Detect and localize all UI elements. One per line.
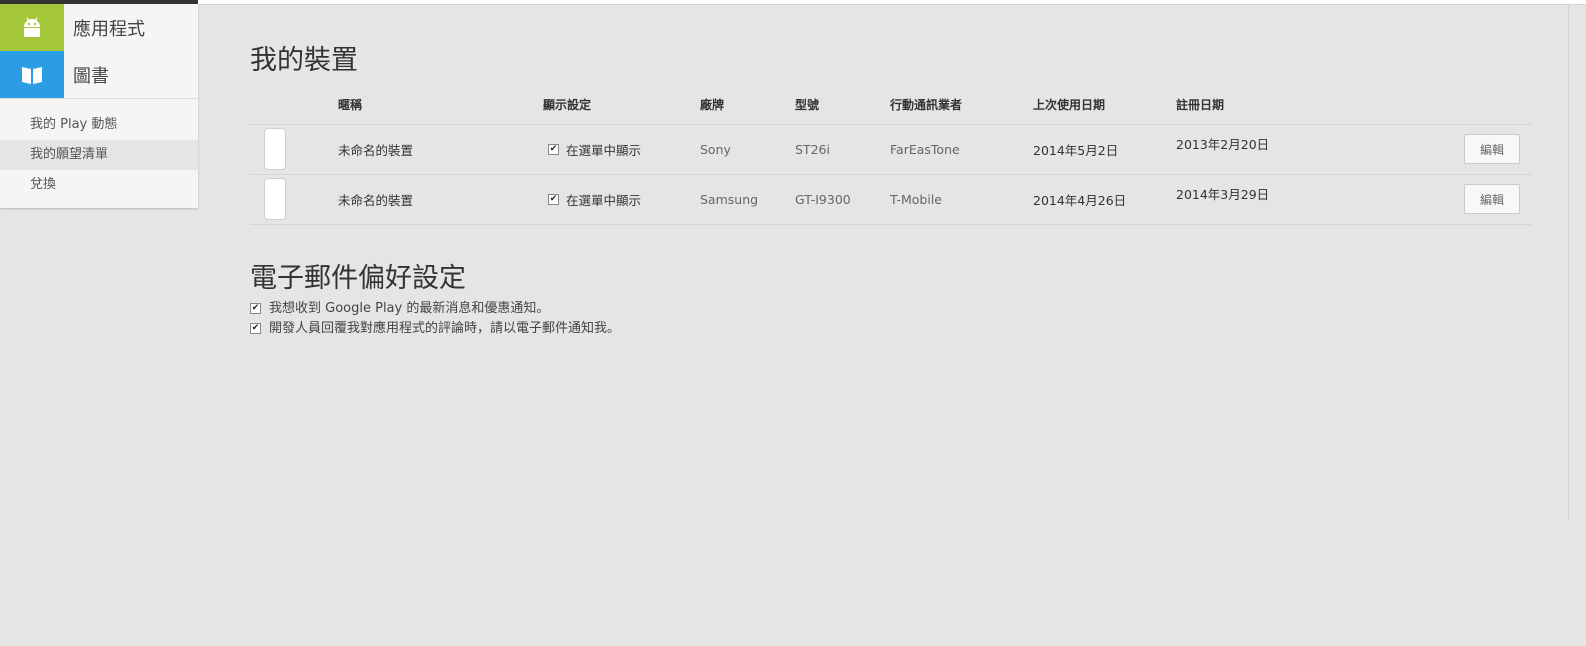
show-in-menu-label: 在選單中顯示 (566, 192, 642, 208)
top-bar (198, 0, 1586, 5)
sidebar-subnav: 我的 Play 動態 我的願望清單 兌換 (0, 99, 198, 200)
phone-icon (264, 178, 286, 220)
devices-table: 暱稱 顯示設定 廠牌 型號 行動通訊業者 上次使用日期 註冊日期 未命名的裝置 … (250, 86, 1531, 225)
category-books-label: 圖書 (73, 65, 109, 87)
table-header-row: 暱稱 顯示設定 廠牌 型號 行動通訊業者 上次使用日期 註冊日期 (250, 86, 1531, 125)
header-image (250, 86, 338, 125)
device-carrier: FarEasTone (890, 124, 1033, 175)
header-brand: 廠牌 (700, 86, 795, 125)
email-pref-dev-reply-label: 開發人員回覆我對應用程式的評論時，請以電子郵件通知我。 (269, 320, 621, 336)
category-apps-label: 應用程式 (73, 18, 145, 40)
email-pref-news-label: 我想收到 Google Play 的最新消息和優惠通知。 (269, 300, 550, 316)
show-in-menu-checkbox[interactable]: ✔ (548, 193, 559, 205)
right-panel-edge (1568, 5, 1586, 520)
email-preferences-title: 電子郵件偏好設定 (250, 262, 466, 294)
show-in-menu-checkbox[interactable]: ✔ (548, 143, 559, 155)
sidebar-item-my-play-activity[interactable]: 我的 Play 動態 (0, 110, 198, 140)
header-display: 顯示設定 (543, 86, 700, 125)
sidebar-item-my-wishlist[interactable]: 我的願望清單 (0, 140, 198, 170)
header-nickname: 暱稱 (338, 86, 543, 125)
main-content: 我的裝置 暱稱 顯示設定 廠牌 型號 行動通訊業者 上次使用日期 註冊日期 未命… (250, 40, 1531, 339)
device-brand: Sony (700, 124, 795, 175)
device-nickname: 未命名的裝置 (338, 124, 543, 175)
show-in-menu-label: 在選單中顯示 (566, 142, 642, 158)
table-row: 未命名的裝置 ✔ 在選單中顯示 Samsung GT-I9300 T-Mobile… (250, 174, 1531, 225)
header-carrier: 行動通訊業者 (890, 86, 1033, 125)
my-devices-title: 我的裝置 (250, 45, 358, 76)
android-icon (0, 4, 64, 51)
device-nickname: 未命名的裝置 (338, 174, 543, 225)
book-icon (0, 51, 64, 98)
device-registered: 2014年3月29日 (1176, 187, 1270, 202)
category-books[interactable]: 圖書 (0, 51, 198, 98)
device-model: ST26i (795, 124, 890, 175)
device-model: GT-I9300 (795, 174, 890, 225)
header-registered: 註冊日期 (1176, 86, 1531, 125)
device-last-used: 2014年4月26日 (1033, 174, 1176, 225)
email-pref-dev-reply: ✔ 開發人員回覆我對應用程式的評論時，請以電子郵件通知我。 (250, 319, 1531, 339)
category-apps[interactable]: 應用程式 (0, 4, 198, 51)
email-pref-dev-reply-checkbox[interactable]: ✔ (250, 323, 261, 334)
device-last-used: 2014年5月2日 (1033, 124, 1176, 175)
edit-button[interactable]: 編輯 (1464, 134, 1520, 164)
phone-icon (264, 128, 286, 170)
email-pref-news-checkbox[interactable]: ✔ (250, 303, 261, 314)
header-last-used: 上次使用日期 (1033, 86, 1176, 125)
header-model: 型號 (795, 86, 890, 125)
sidebar: 應用程式 圖書 我的 Play 動態 我的願望清單 兌換 (0, 4, 198, 208)
sidebar-item-redeem[interactable]: 兌換 (0, 170, 198, 200)
device-carrier: T-Mobile (890, 174, 1033, 225)
edit-button[interactable]: 編輯 (1464, 184, 1520, 214)
email-pref-news: ✔ 我想收到 Google Play 的最新消息和優惠通知。 (250, 299, 1531, 319)
device-registered: 2013年2月20日 (1176, 137, 1270, 152)
table-row: 未命名的裝置 ✔ 在選單中顯示 Sony ST26i FarEasTone 201… (250, 124, 1531, 175)
device-brand: Samsung (700, 174, 795, 225)
